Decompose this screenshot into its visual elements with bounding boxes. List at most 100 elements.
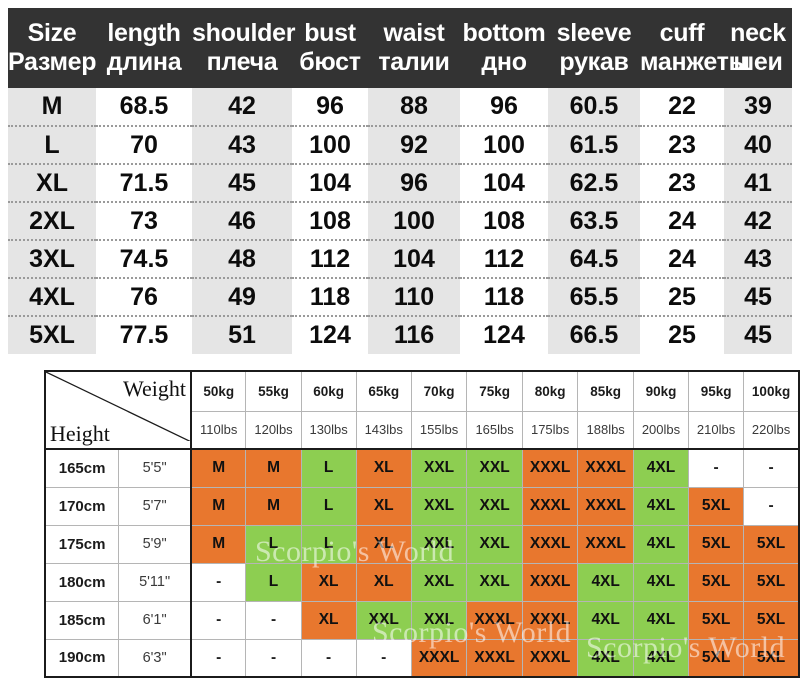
- recommended-size-cell: 5XL: [688, 486, 745, 526]
- table-row: XL 71.5 45 104 96 104 62.5 23 41: [8, 164, 792, 203]
- recommended-size-cell: 4XL: [632, 638, 690, 678]
- col-header-en: waist: [383, 19, 445, 47]
- recommended-size-cell: -: [743, 486, 800, 526]
- recommended-size-cell: XXL: [466, 562, 523, 602]
- size-label-cell: 2XL: [8, 202, 96, 241]
- col-header-ru: дно: [481, 48, 527, 76]
- weight-lbs-header: 220lbs: [743, 410, 800, 450]
- size-chart-col-header: shoulder плеча: [192, 8, 295, 88]
- height-inch-label: 6'3": [118, 638, 192, 678]
- size-chart-col-header: Size Размер: [8, 8, 97, 88]
- recommended-size-cell: XXXL: [466, 638, 523, 678]
- recommended-size-cell: 5XL: [688, 600, 745, 640]
- weight-lbs-header: 120lbs: [245, 410, 302, 450]
- recommended-size-cell: 5XL: [688, 524, 745, 564]
- recommended-size-cell: XXL: [466, 448, 523, 488]
- measurement-cell: 43: [192, 126, 292, 165]
- col-header-en: Size: [27, 19, 77, 47]
- weight-kg-header: 55kg: [245, 370, 302, 412]
- recommended-size-cell: XXL: [410, 600, 468, 640]
- recommended-size-cell: XXXL: [577, 486, 634, 526]
- recommended-size-cell: 4XL: [632, 486, 690, 526]
- weight-lbs-header: 165lbs: [466, 410, 523, 450]
- measurement-cell: 110: [368, 278, 460, 317]
- weight-kg-header: 85kg: [577, 370, 634, 412]
- measurement-cell: 49: [192, 278, 292, 317]
- recommended-size-cell: M: [190, 448, 247, 488]
- height-inch-label: 6'1": [118, 600, 192, 640]
- height-inch-label: 5'7": [118, 486, 192, 526]
- recommended-size-cell: -: [190, 600, 247, 640]
- weight-kg-header: 75kg: [466, 370, 523, 412]
- weight-kg-header: 90kg: [632, 370, 690, 412]
- measurement-cell: 92: [368, 126, 460, 165]
- col-header-en: cuff: [659, 19, 705, 47]
- recommended-size-cell: 5XL: [743, 600, 800, 640]
- measurement-cell: 25: [640, 316, 724, 354]
- weight-kg-header: 80kg: [521, 370, 579, 412]
- recommended-size-cell: XXL: [410, 486, 468, 526]
- recommended-size-cell: XXL: [355, 600, 412, 640]
- recommended-size-cell: 5XL: [743, 524, 800, 564]
- recommended-size-cell: 4XL: [577, 638, 634, 678]
- measurement-cell: 24: [640, 202, 724, 241]
- measurement-cell: 76: [96, 278, 192, 317]
- weight-lbs-header: 188lbs: [577, 410, 634, 450]
- recommended-size-cell: 4XL: [632, 524, 690, 564]
- height-cm-label: 185cm: [44, 600, 120, 640]
- recommended-size-cell: 4XL: [577, 562, 634, 602]
- measurement-cell: 66.5: [548, 316, 640, 354]
- size-chart-header: Size Размер length длина shoulder плеча bust бю…: [8, 8, 792, 88]
- recommended-size-cell: 4XL: [632, 562, 690, 602]
- col-header-ru: длина: [106, 48, 182, 76]
- measurement-cell: 39: [724, 88, 792, 127]
- recommended-size-cell: M: [190, 524, 247, 564]
- weight-lbs-header: 200lbs: [632, 410, 690, 450]
- col-header-en: bottom: [462, 19, 546, 47]
- measurement-cell: 88: [368, 88, 460, 127]
- measurement-cell: 112: [292, 240, 368, 279]
- col-header-ru: рукав: [559, 48, 629, 76]
- table-row: M 68.5 42 96 88 96 60.5 22 39: [8, 88, 792, 127]
- recommended-size-cell: 4XL: [632, 600, 690, 640]
- recommended-size-cell: XXXL: [466, 600, 523, 640]
- measurement-cell: 104: [292, 164, 368, 203]
- size-label-cell: M: [8, 88, 96, 127]
- col-header-ru: Размер: [8, 48, 97, 76]
- recommended-size-cell: 5XL: [688, 638, 745, 678]
- measurement-cell: 45: [724, 278, 792, 317]
- recommended-size-cell: M: [190, 486, 247, 526]
- col-header-ru: манжеты: [640, 48, 750, 76]
- measurement-cell: 96: [460, 88, 548, 127]
- size-label-cell: 5XL: [8, 316, 96, 354]
- table-row: 185cm 6'1" - - XL XXL XXL XXXL XXXL 4XL 4XL 5XL 5XL: [44, 600, 800, 640]
- weight-lbs-header: 210lbs: [688, 410, 745, 450]
- size-chart-col-header: bust бюст: [292, 8, 368, 88]
- recommended-size-cell: L: [245, 524, 302, 564]
- recommended-size-cell: -: [743, 448, 800, 488]
- size-chart-header-row: Size Размер length длина shoulder плеча bust бю…: [8, 8, 792, 88]
- measurement-cell: 124: [292, 316, 368, 354]
- recommended-size-cell: XL: [300, 562, 357, 602]
- col-header-ru: бюст: [299, 48, 361, 76]
- recommended-size-cell: XL: [355, 486, 412, 526]
- recommended-size-cell: L: [300, 524, 357, 564]
- recommended-size-cell: XXXL: [521, 638, 579, 678]
- recommended-size-cell: L: [300, 448, 357, 488]
- recommended-size-cell: -: [245, 600, 302, 640]
- weight-lbs-header: 155lbs: [410, 410, 468, 450]
- measurement-cell: 51: [192, 316, 292, 354]
- measurement-cell: 46: [192, 202, 292, 241]
- recommended-size-cell: XXXL: [577, 448, 634, 488]
- height-cm-label: 190cm: [44, 638, 120, 678]
- measurement-cell: 64.5: [548, 240, 640, 279]
- recommended-size-cell: -: [190, 562, 247, 602]
- table-row: L 70 43 100 92 100 61.5 23 40: [8, 126, 792, 165]
- measurement-cell: 68.5: [96, 88, 192, 127]
- height-cm-label: 170cm: [44, 486, 120, 526]
- recommended-size-cell: XL: [355, 448, 412, 488]
- height-cm-label: 180cm: [44, 562, 120, 602]
- measurement-cell: 112: [460, 240, 548, 279]
- weight-lbs-header: 110lbs: [190, 410, 247, 450]
- recommended-size-cell: 4XL: [577, 600, 634, 640]
